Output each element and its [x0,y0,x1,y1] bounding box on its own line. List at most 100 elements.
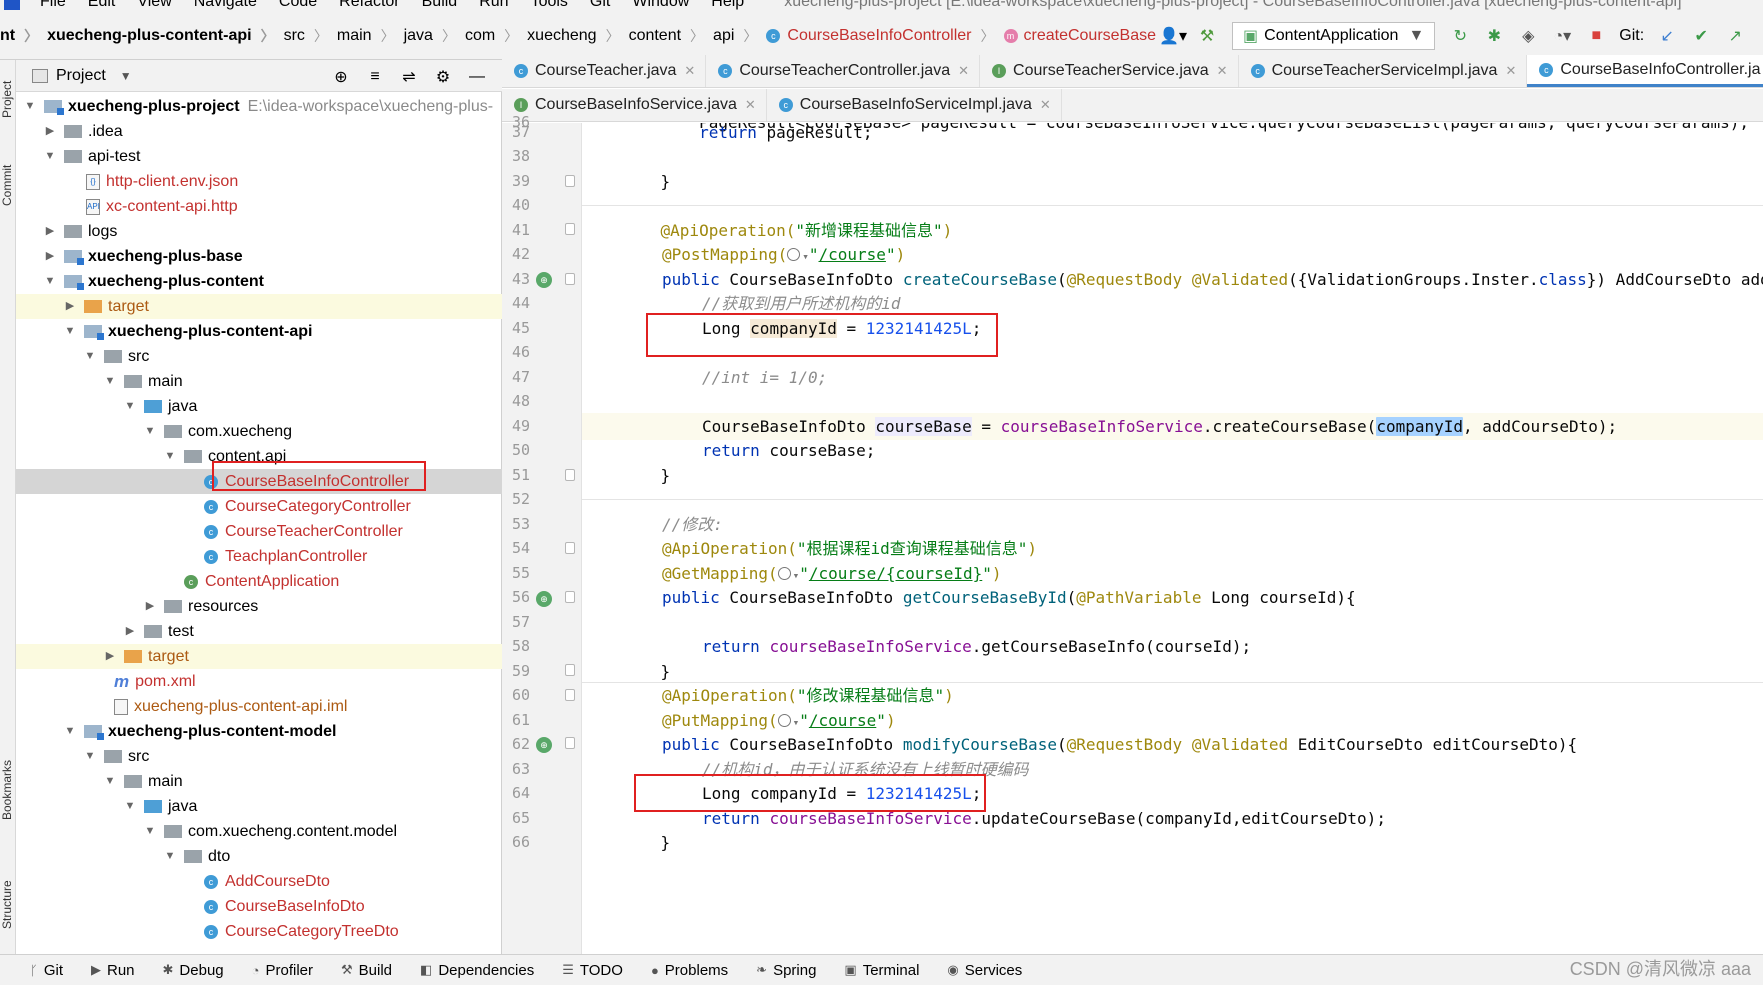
tool-terminal[interactable]: ▣ Terminal [844,962,919,979]
close-icon[interactable]: ✕ [1217,63,1228,79]
fold-marker-icon[interactable] [565,273,575,285]
breadcrumb-item[interactable]: src 〉 [284,26,337,46]
chevron-right-icon[interactable]: ▶ [142,594,158,619]
chevron-right-icon[interactable]: ▶ [122,619,138,644]
chevron-down-icon[interactable]: ▼ [122,394,138,419]
tool-problems[interactable]: ● Problems [651,962,728,979]
tree-item[interactable]: ▶ resources [16,594,502,619]
tree-item[interactable]: c CourseBaseInfoDto [16,894,502,919]
tree-item[interactable]: ▼ src [16,744,502,769]
tree-item[interactable]: ▼ xuecheng-plus-content-api [16,319,502,344]
chevron-down-icon[interactable]: ▼ [102,369,118,394]
fold-marker-icon[interactable] [565,591,575,603]
globe-icon[interactable] [777,567,791,580]
fold-marker-icon[interactable] [565,469,575,481]
tab-course-base-info-service-impl[interactable]: c CourseBaseInfoServiceImpl.java ✕ [767,89,1062,121]
tree-item[interactable]: c CourseCategoryTreeDto [16,919,502,944]
menu-refactor[interactable]: Refactor [339,0,399,11]
code-editor[interactable]: PageResult<CourseBase> pageResult = cour… [582,123,1763,954]
breadcrumb-item[interactable]: main 〉 [337,26,404,46]
stop-icon[interactable]: ■ [1583,23,1609,49]
tab-course-teacher-service-impl[interactable]: c CourseTeacherServiceImpl.java ✕ [1239,55,1528,87]
chevron-right-icon[interactable]: ▶ [42,119,58,144]
profile-icon[interactable]: ◔▾ [1549,23,1575,49]
chevron-down-icon[interactable]: ▾ [802,250,809,263]
tool-debug[interactable]: ✱ Debug [163,962,224,979]
locate-icon[interactable]: ⊕ [328,64,354,90]
tree-item[interactable]: ▶ test [16,619,502,644]
tree-item[interactable]: ▼ api-test [16,144,502,169]
fold-marker-icon[interactable] [565,223,575,235]
tab-course-base-info-service[interactable]: I CourseBaseInfoService.java ✕ [502,89,767,121]
breadcrumb-item[interactable]: com 〉 [465,26,527,46]
tree-item[interactable]: ▼ xuecheng-plus-content-model [16,719,502,744]
tree-item[interactable]: ▶ xuecheng-plus-base [16,244,502,269]
chevron-down-icon[interactable]: ▼ [62,719,78,744]
chevron-down-icon[interactable]: ▼ [42,269,58,294]
rerun-icon[interactable]: ↻ [1447,23,1473,49]
chevron-down-icon[interactable]: ▼ [142,419,158,444]
close-icon[interactable]: ✕ [1040,97,1051,113]
breadcrumb-item[interactable]: java 〉 [404,26,465,46]
bookmarks-tool-tab[interactable]: Bookmarks [0,740,16,840]
fold-marker-icon[interactable] [565,542,575,554]
breadcrumb-item[interactable]: content 〉 [629,26,713,46]
tool-profiler[interactable]: ◔ Profiler [252,962,313,979]
chevron-down-icon[interactable]: ▼ [162,844,178,869]
menu-build[interactable]: Build [422,0,458,11]
project-tool-tab[interactable]: Project [0,64,16,134]
tree-item[interactable]: c TeachplanController [16,544,502,569]
chevron-down-icon[interactable]: ▼ [42,144,58,169]
git-commit-icon[interactable]: ✔ [1688,23,1714,49]
close-icon[interactable]: ✕ [684,63,695,79]
menu-file[interactable]: File [40,0,66,11]
chevron-down-icon[interactable]: ▼ [102,769,118,794]
menu-run[interactable]: Run [479,0,508,11]
tool-services[interactable]: ◉ Services [947,962,1022,979]
fold-marker-icon[interactable] [565,175,575,187]
tree-item[interactable]: ▼ com.xuecheng [16,419,502,444]
history-icon[interactable]: ◷ [1756,23,1763,49]
tab-course-teacher-service[interactable]: I CourseTeacherService.java ✕ [980,55,1239,87]
tree-item[interactable]: ▼ dto [16,844,502,869]
gear-icon[interactable]: ⚙ [430,64,456,90]
tool-todo[interactable]: ☰ TODO [562,962,623,979]
tab-course-base-info-controller[interactable]: c CourseBaseInfoController.ja [1527,55,1763,87]
tab-course-teacher[interactable]: c CourseTeacher.java ✕ [502,55,707,87]
structure-tool-tab[interactable]: Structure [0,860,16,950]
expand-all-icon[interactable]: ≡ [362,64,388,90]
tree-item[interactable]: m pom.xml [16,669,502,694]
breadcrumb-item[interactable]: api 〉 [713,26,766,46]
chevron-down-icon[interactable]: ▼ [162,444,178,469]
tool-dependencies[interactable]: ◧ Dependencies [420,962,534,979]
fold-marker-icon[interactable] [565,737,575,749]
tree-item[interactable]: ▼ xuecheng-plus-content [16,269,502,294]
tree-item[interactable]: ▼ xuecheng-plus-project E:\idea-workspace\… [16,94,502,119]
breadcrumb-item[interactable]: xuecheng-plus-content-api 〉 [47,26,283,46]
git-push-icon[interactable]: ↗ [1722,23,1748,49]
spring-endpoint-icon[interactable]: ⊕ [536,591,552,607]
tool-run[interactable]: ▶ Run [91,962,135,979]
run-configuration-select[interactable]: ▣ ContentApplication ▼ [1232,21,1436,50]
tree-item[interactable]: ▼ main [16,769,502,794]
tree-item[interactable]: ▶ logs [16,219,502,244]
tree-item[interactable]: ▼ main [16,369,502,394]
breadcrumb-item[interactable]: nt 〉 [0,26,47,46]
tree-item[interactable]: ▼ java [16,394,502,419]
chevron-down-icon[interactable]: ▼ [120,69,132,83]
tree-item[interactable]: ▼ com.xuecheng.content.model [16,819,502,844]
menu-edit[interactable]: Edit [88,0,116,11]
close-icon[interactable]: ✕ [1505,63,1516,79]
git-update-icon[interactable]: ↙ [1654,23,1680,49]
breadcrumb-class[interactable]: c CourseBaseInfoController 〉 [766,26,1003,46]
tree-item[interactable]: ▼ content.api [16,444,502,469]
debug-icon[interactable]: ✱ [1481,23,1507,49]
chevron-right-icon[interactable]: ▶ [62,294,78,319]
chevron-right-icon[interactable]: ▶ [42,244,58,269]
tree-item[interactable]: ▼ java [16,794,502,819]
build-hammer-icon[interactable]: ⚒ [1194,23,1220,49]
menu-tools[interactable]: Tools [531,0,568,11]
chevron-down-icon[interactable]: ▼ [82,744,98,769]
chevron-down-icon[interactable]: ▼ [62,319,78,344]
tree-item[interactable]: xuecheng-plus-content-api.iml [16,694,502,719]
